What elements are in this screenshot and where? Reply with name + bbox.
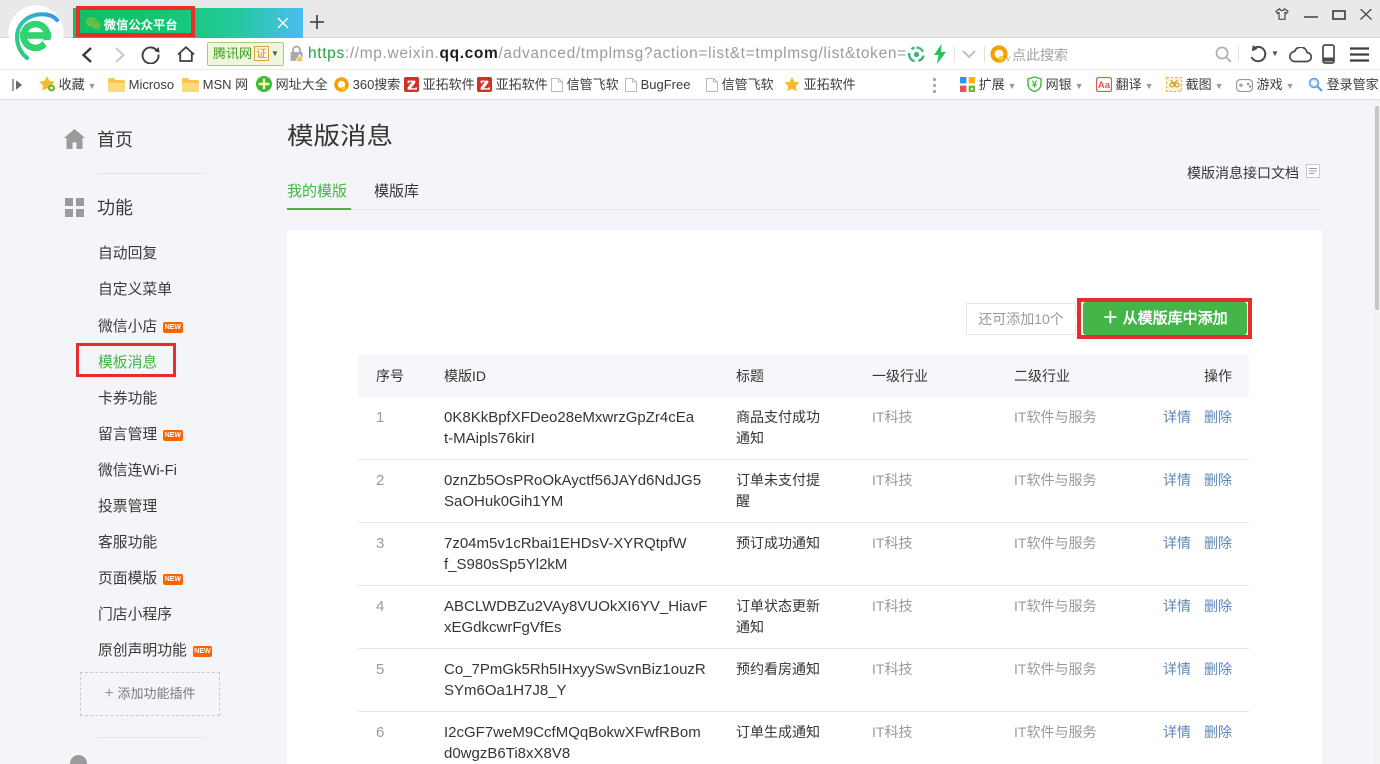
svg-text:Aa: Aa — [1098, 80, 1111, 91]
svg-text:¥: ¥ — [1032, 80, 1038, 91]
